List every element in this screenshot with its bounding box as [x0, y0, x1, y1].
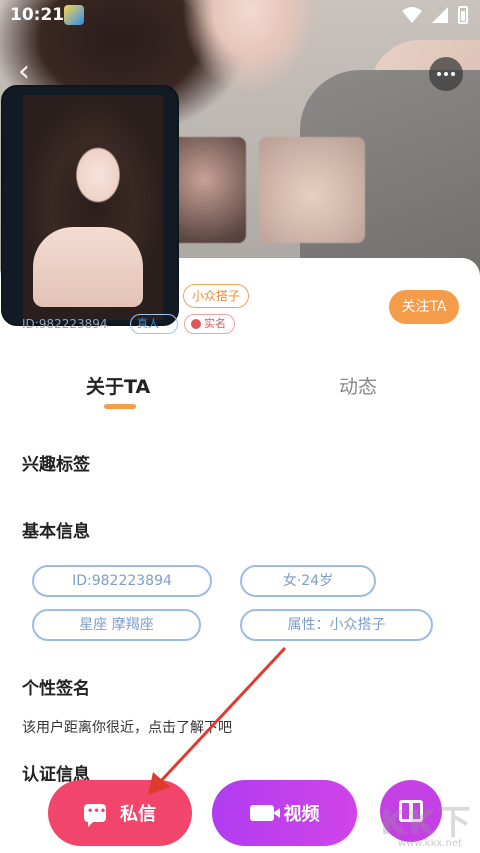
signature-title: 个性签名 — [22, 679, 90, 699]
video-camera-icon — [249, 805, 280, 821]
status-time: 10:21 — [10, 5, 65, 25]
video-call-button[interactable]: 视频 — [212, 780, 357, 846]
back-icon[interactable]: ‹ — [18, 57, 46, 87]
wifi-icon — [402, 7, 422, 23]
medal-icon — [191, 319, 201, 329]
info-pill-attribute: 属性：小众搭子 — [240, 609, 433, 641]
system-icons — [402, 6, 468, 24]
active-tab-indicator — [104, 404, 136, 409]
chat-icon — [84, 804, 106, 827]
realname-badge-label: 实名 — [204, 317, 226, 330]
photo-thumbnail[interactable] — [259, 137, 365, 243]
realname-badge: 实名 — [184, 314, 235, 334]
tab-feed[interactable]: 动态 — [339, 372, 377, 399]
signal-icon — [432, 7, 448, 23]
tab-about[interactable]: 关于TA — [86, 372, 150, 399]
basic-info-title: 基本信息 — [22, 522, 90, 542]
battery-icon — [458, 6, 468, 24]
status-bar: 10:21 — [0, 0, 480, 30]
info-pill-id: ID:982223894 — [32, 565, 212, 597]
notification-app-icon — [64, 5, 84, 25]
verified-badge: 真人 — [130, 314, 178, 334]
info-pill-constellation: 星座 摩羯座 — [32, 609, 201, 641]
interest-tags-title: 兴趣标签 — [22, 455, 90, 475]
preview-portrait-detail — [33, 227, 143, 307]
message-button-label: 私信 — [120, 804, 156, 825]
follow-button[interactable]: 关注TA — [389, 290, 459, 324]
video-button-label: 视频 — [283, 804, 320, 825]
message-button[interactable]: 私信 — [48, 780, 192, 846]
profile-id: ID:982223894 — [22, 317, 108, 331]
info-pill-gender-age: 女·24岁 — [240, 565, 376, 597]
signature-text: 该用户距离你很近，点击了解下吧 — [22, 720, 232, 736]
profile-tag: 小众搭子 — [183, 284, 250, 308]
watermark-url: www.kkx.net — [398, 838, 462, 849]
more-icon[interactable] — [429, 57, 463, 91]
floating-video-preview[interactable] — [1, 85, 179, 326]
